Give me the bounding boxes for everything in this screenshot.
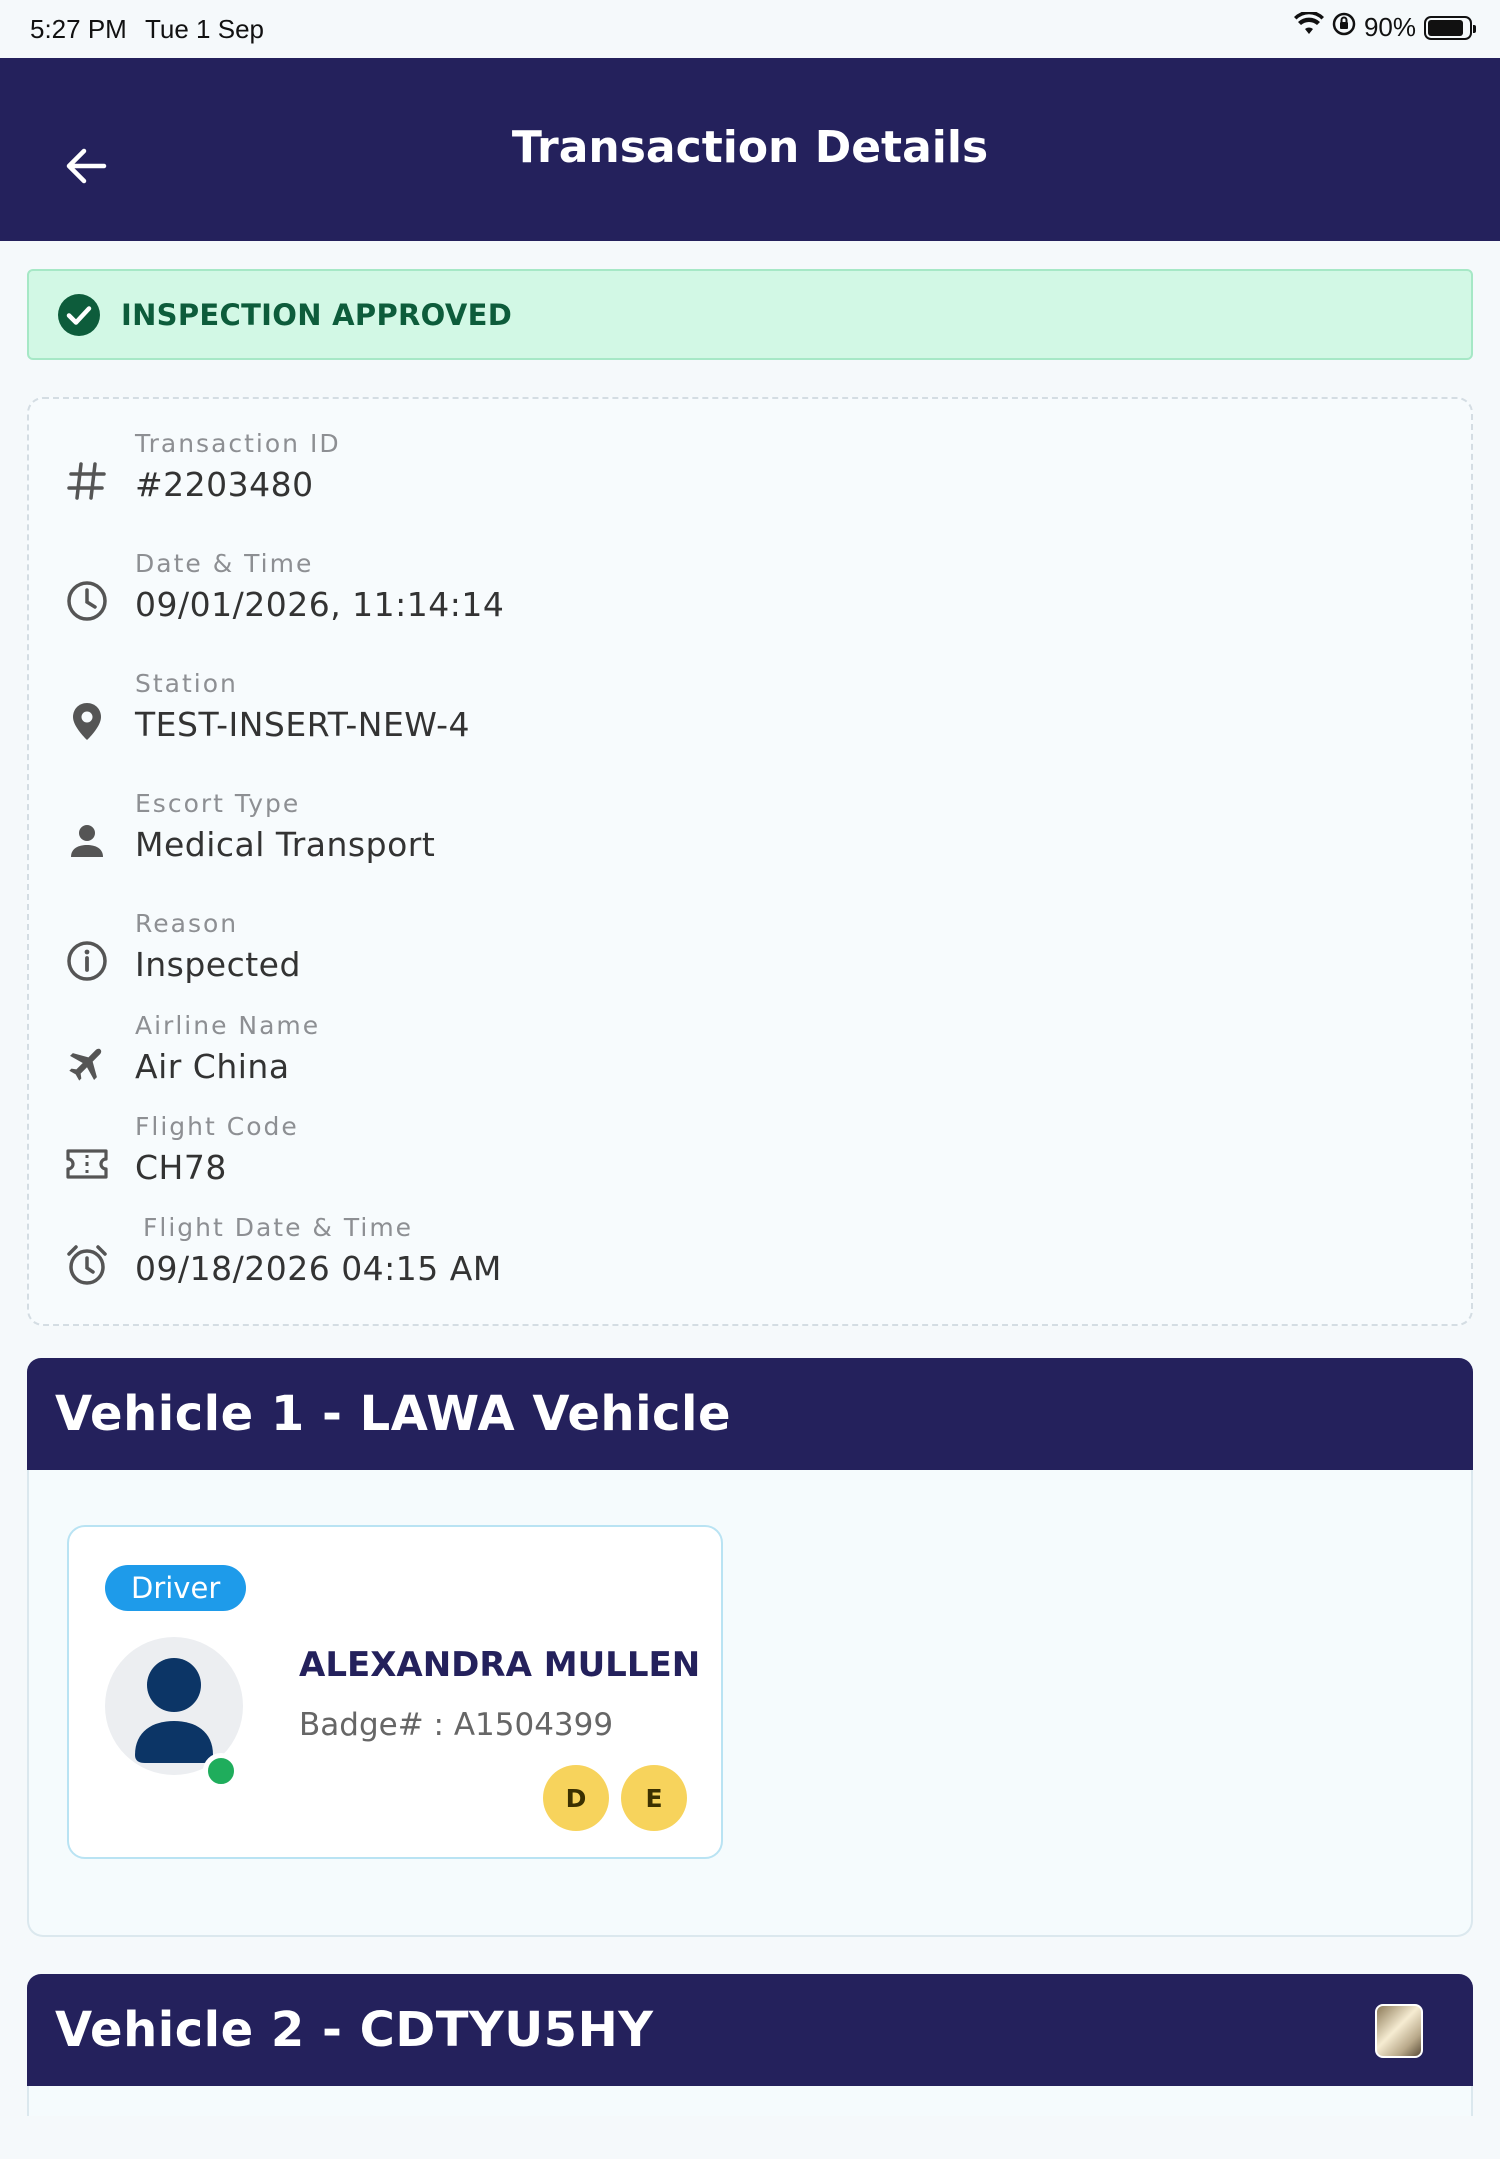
status-indicators: 90% <box>1293 10 1476 43</box>
vehicle-2-header[interactable]: Vehicle 2 - CDTYU5HY <box>27 1974 1473 2086</box>
online-status-indicator <box>203 1753 239 1789</box>
detail-value: #2203480 <box>135 465 314 504</box>
detail-label: Flight Date & Time <box>143 1213 414 1242</box>
role-badge: Driver <box>105 1565 247 1611</box>
vehicle-1-body: Driver ALEXANDRA MULLEN Badge# : A150439… <box>27 1470 1473 1937</box>
vehicle-2-body <box>27 2086 1473 2116</box>
app-header: Transaction Details <box>0 58 1500 241</box>
inspection-status-text: INSPECTION APPROVED <box>121 297 513 332</box>
detail-label: Station <box>135 669 238 698</box>
detail-value: Air China <box>135 1047 290 1086</box>
person-name: ALEXANDRA MULLEN <box>299 1645 701 1685</box>
vehicle-1-header[interactable]: Vehicle 1 - LAWA Vehicle <box>27 1358 1473 1470</box>
driver-card[interactable]: Driver ALEXANDRA MULLEN Badge# : A150439… <box>67 1525 723 1859</box>
person-badge-number: Badge# : A1504399 <box>299 1707 614 1743</box>
page-title: Transaction Details <box>511 122 989 173</box>
endorsement-badge-e: E <box>621 1765 687 1831</box>
location-pin-icon <box>59 693 115 749</box>
detail-label: Date & Time <box>135 549 314 578</box>
battery-icon <box>1424 15 1476 40</box>
alarm-clock-icon <box>59 1237 115 1293</box>
detail-label: Flight Code <box>135 1112 299 1141</box>
orientation-lock-icon <box>1332 12 1356 43</box>
hash-icon <box>59 453 115 509</box>
status-date: Tue 1 Sep <box>145 14 265 44</box>
airplane-icon <box>59 1035 115 1091</box>
info-icon <box>59 933 115 989</box>
person-icon <box>59 813 115 869</box>
detail-value: 09/18/2026 04:15 AM <box>135 1249 502 1288</box>
vehicle-title: Vehicle 1 - LAWA Vehicle <box>55 1386 732 1442</box>
status-time: 5:27 PM <box>30 14 127 44</box>
clock-icon <box>59 573 115 629</box>
detail-value: 09/01/2026, 11:14:14 <box>135 585 505 624</box>
wifi-icon <box>1293 10 1324 43</box>
vehicle-photo-thumbnail[interactable] <box>1375 2004 1423 2058</box>
check-circle-icon <box>58 293 100 336</box>
inspection-status-banner: INSPECTION APPROVED <box>27 269 1473 360</box>
battery-percent: 90% <box>1363 12 1416 42</box>
detail-label: Escort Type <box>135 789 301 818</box>
detail-value: Inspected <box>135 945 301 984</box>
detail-label: Transaction ID <box>135 429 341 458</box>
detail-value: TEST-INSERT-NEW-4 <box>135 705 471 744</box>
detail-label: Airline Name <box>135 1011 321 1040</box>
vehicle-title: Vehicle 2 - CDTYU5HY <box>55 2002 654 2058</box>
endorsement-badge-d: D <box>543 1765 609 1831</box>
detail-value: Medical Transport <box>135 825 436 864</box>
detail-value: CH78 <box>135 1148 227 1187</box>
ticket-icon <box>59 1136 115 1192</box>
detail-label: Reason <box>135 909 239 938</box>
status-bar: 5:27 PM Tue 1 Sep 90% <box>0 0 1500 58</box>
transaction-details-card: Transaction ID #2203480 Date & Time 09/0… <box>27 397 1473 1326</box>
